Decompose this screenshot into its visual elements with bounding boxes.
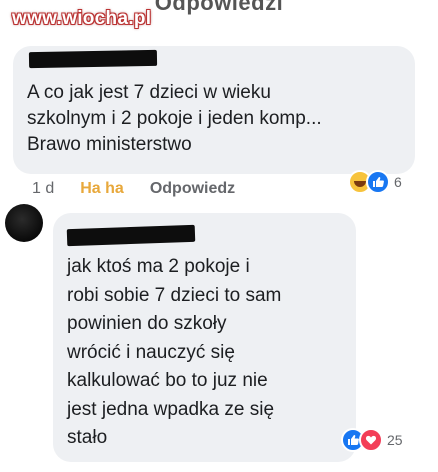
reply-button[interactable]: Odpowiedz xyxy=(150,180,235,198)
reaction-count: 6 xyxy=(394,174,402,190)
like-icon xyxy=(366,170,390,194)
comment-text: A co jak jest 7 dzieci w wieku szkolnym … xyxy=(27,82,322,155)
comment-text: jak ktoś ma 2 pokoje i robi sobie 7 dzie… xyxy=(67,256,282,448)
avatar[interactable] xyxy=(5,204,43,242)
reaction-count: 25 xyxy=(387,432,403,448)
reaction-summary[interactable]: 25 xyxy=(341,428,403,452)
comment-actions: 1 d Ha ha Odpowiedz xyxy=(32,180,235,198)
redacted-author-name xyxy=(28,49,158,69)
reaction-summary[interactable]: 6 xyxy=(348,170,402,194)
heart-icon xyxy=(359,428,383,452)
redacted-author-name xyxy=(66,224,196,247)
comment-timestamp[interactable]: 1 d xyxy=(32,180,54,198)
comment-bubble: jak ktoś ma 2 pokoje i robi sobie 7 dzie… xyxy=(53,213,356,462)
reaction-haha-button[interactable]: Ha ha xyxy=(80,180,124,198)
watermark: www.wiocha.pl xyxy=(12,8,152,29)
comment-bubble: A co jak jest 7 dzieci w wieku szkolnym … xyxy=(13,46,415,174)
